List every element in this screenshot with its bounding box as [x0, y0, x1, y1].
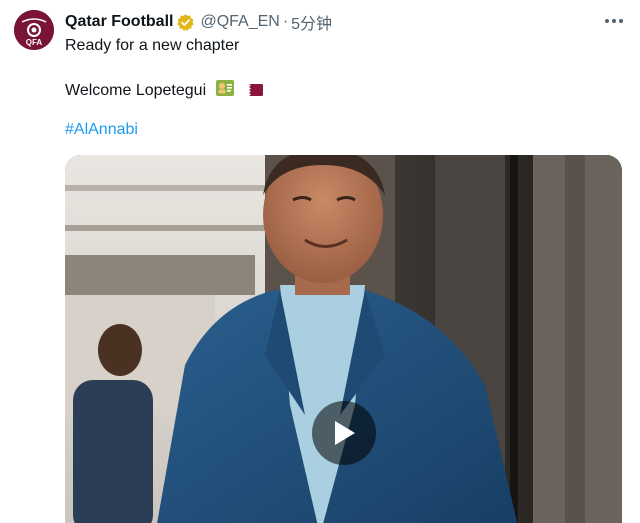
more-horizontal-icon [605, 19, 623, 23]
separator-dot: · [282, 13, 289, 30]
more-options-button[interactable] [600, 10, 628, 32]
handle[interactable]: @QFA_EN [200, 13, 279, 31]
tweet: QFA Qatar Football @QFA_EN · 5分钟 Ready f… [0, 0, 640, 523]
qatar-flag-emoji [243, 82, 264, 104]
hashtag-link[interactable]: #AlAnnabi [65, 121, 138, 138]
qfa-crest-icon: QFA [14, 10, 54, 50]
tweet-header: Qatar Football @QFA_EN · 5分钟 [65, 10, 332, 34]
timestamp[interactable]: 5分钟 [291, 10, 332, 34]
avatar[interactable]: QFA [14, 10, 54, 50]
display-name[interactable]: Qatar Football [65, 13, 173, 31]
verified-badge-icon[interactable] [176, 13, 195, 32]
svg-text:QFA: QFA [26, 38, 43, 47]
person-card-emoji [215, 78, 235, 104]
tweet-text-line-1: Ready for a new chapter [65, 37, 240, 54]
tweet-text-welcome: Welcome Lopetegui [65, 82, 207, 99]
video-thumbnail [65, 155, 622, 523]
play-button[interactable] [312, 401, 376, 465]
video-player[interactable] [65, 155, 622, 523]
tweet-hashtag-line: #AlAnnabi [65, 120, 138, 140]
tweet-text-line-2: Welcome Lopetegui [65, 78, 264, 104]
play-icon [335, 421, 355, 445]
